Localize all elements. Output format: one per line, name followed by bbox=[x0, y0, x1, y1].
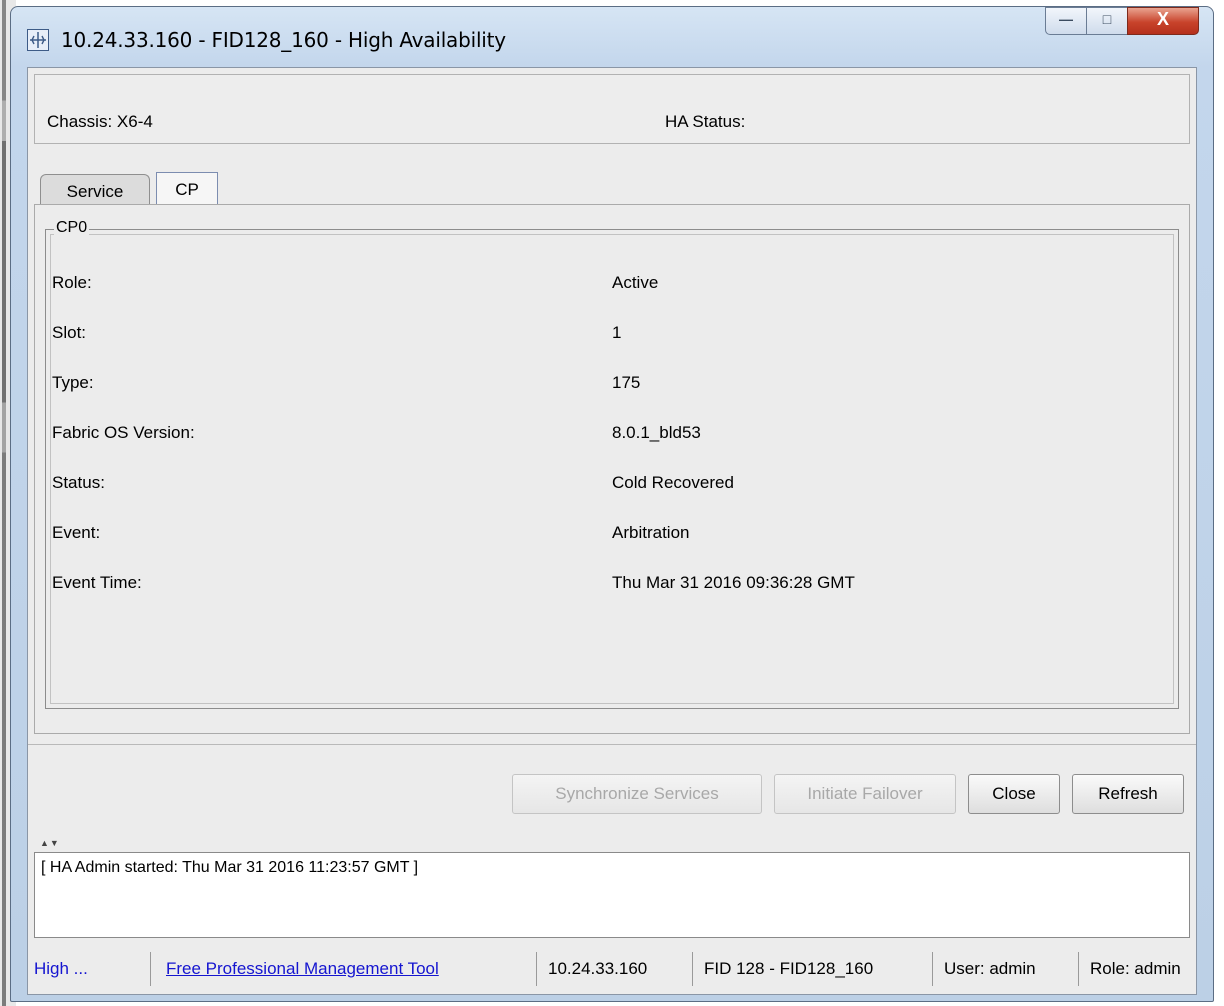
cp0-group: CP0 Role: Active Slot: 1 Type: 175 Fabri… bbox=[45, 219, 1179, 709]
chassis-label: Chassis: X6-4 bbox=[47, 112, 153, 131]
ha-status-label: HA Status: bbox=[665, 112, 746, 131]
status-separator bbox=[932, 952, 933, 986]
title-bar[interactable]: 10.24.33.160 - FID128_160 - High Availab… bbox=[11, 7, 1213, 67]
type-label: Type: bbox=[52, 373, 94, 392]
ip-address-status: 10.24.33.160 bbox=[548, 959, 648, 978]
close-button[interactable]: Close bbox=[968, 774, 1060, 814]
window-client-area: Chassis: X6-4 HA Status: Service CP CP0 … bbox=[27, 67, 1197, 995]
event-time-label: Event Time: bbox=[52, 573, 142, 592]
cp-tab-panel: CP0 Role: Active Slot: 1 Type: 175 Fabri… bbox=[34, 204, 1190, 734]
minimize-icon: — bbox=[1059, 11, 1073, 27]
initiate-failover-button[interactable]: Initiate Failover bbox=[774, 774, 956, 814]
status-label: Status: bbox=[52, 473, 105, 492]
app-icon bbox=[27, 29, 49, 51]
status-bar: High ... Free Professional Management To… bbox=[28, 944, 1196, 994]
type-value: 175 bbox=[612, 373, 641, 392]
role-value: Active bbox=[612, 273, 659, 292]
status-value: Cold Recovered bbox=[612, 473, 734, 492]
fid-status: FID 128 - FID128_160 bbox=[704, 959, 874, 978]
status-separator bbox=[536, 952, 537, 986]
window-controls: — □ X bbox=[1045, 7, 1199, 37]
status-separator bbox=[150, 952, 151, 986]
event-time-value: Thu Mar 31 2016 09:36:28 GMT bbox=[612, 573, 855, 592]
user-status: User: admin bbox=[944, 959, 1036, 978]
high-availability-window: 10.24.33.160 - FID128_160 - High Availab… bbox=[10, 6, 1214, 1002]
fabric-os-version-value: 8.0.1_bld53 bbox=[612, 423, 701, 442]
log-area[interactable]: [ HA Admin started: Thu Mar 31 2016 11:2… bbox=[34, 852, 1190, 938]
status-separator bbox=[1078, 952, 1079, 986]
cp0-legend: CP0 bbox=[54, 219, 90, 237]
tab-cp[interactable]: CP bbox=[156, 172, 218, 204]
window-title: 10.24.33.160 - FID128_160 - High Availab… bbox=[61, 28, 506, 52]
event-value: Arbitration bbox=[612, 523, 690, 542]
high-availability-link[interactable]: High ... bbox=[34, 944, 88, 994]
close-icon: X bbox=[1156, 9, 1169, 29]
maximize-button[interactable]: □ bbox=[1086, 7, 1128, 35]
role-label: Role: bbox=[52, 273, 92, 292]
header-panel: Chassis: X6-4 HA Status: bbox=[34, 74, 1190, 144]
splitter-arrows-icon[interactable]: ▲▼ bbox=[40, 838, 60, 848]
status-separator bbox=[692, 952, 693, 986]
slot-value: 1 bbox=[612, 323, 622, 342]
synchronize-services-button[interactable]: Synchronize Services bbox=[512, 774, 762, 814]
minimize-button[interactable]: — bbox=[1045, 7, 1087, 35]
button-area-divider bbox=[28, 744, 1196, 745]
event-label: Event: bbox=[52, 523, 101, 542]
refresh-button[interactable]: Refresh bbox=[1072, 774, 1184, 814]
slot-label: Slot: bbox=[52, 323, 87, 342]
maximize-icon: □ bbox=[1102, 11, 1112, 27]
log-text: [ HA Admin started: Thu Mar 31 2016 11:2… bbox=[41, 859, 419, 876]
close-window-button[interactable]: X bbox=[1127, 7, 1199, 35]
tab-service[interactable]: Service bbox=[40, 174, 150, 204]
fabric-os-version-label: Fabric OS Version: bbox=[52, 423, 195, 442]
free-management-tool-link[interactable]: Free Professional Management Tool bbox=[166, 944, 439, 994]
role-status: Role: admin bbox=[1090, 959, 1181, 978]
